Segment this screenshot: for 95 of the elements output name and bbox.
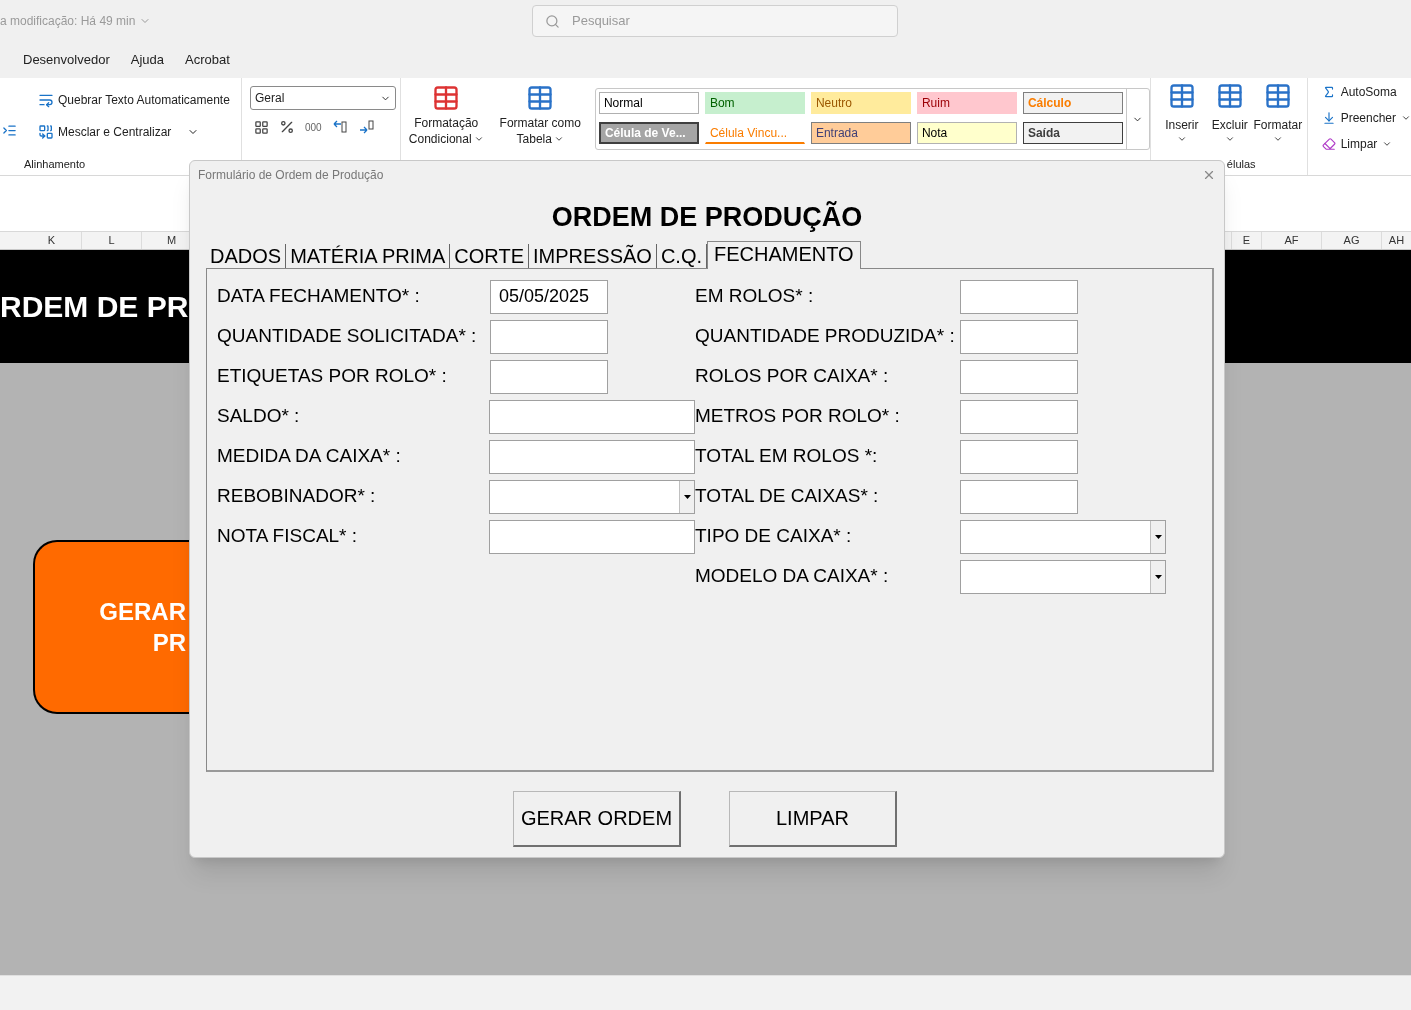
field-label: TOTAL DE CAIXAS* : (695, 484, 880, 509)
chevron-icon (473, 134, 484, 144)
form-tab[interactable]: IMPRESSÃO (529, 243, 657, 268)
input-field[interactable] (489, 439, 695, 474)
eraser-icon (1321, 137, 1336, 151)
chevron-icon (1224, 134, 1235, 144)
search-icon (545, 13, 560, 29)
field-label: NOTA FISCAL* : (217, 524, 359, 549)
cell-style-swatch[interactable]: Bom (704, 92, 805, 114)
field-label: EM ROLOS* : (695, 284, 815, 309)
input-field[interactable] (489, 399, 695, 434)
column-header[interactable]: K (22, 232, 82, 249)
form-button[interactable]: GERAR ORDEM (513, 790, 681, 847)
table-icon (526, 84, 555, 112)
cell-style-swatch[interactable]: Ruim (916, 92, 1017, 114)
caret-icon (683, 494, 691, 499)
table-icon (1215, 82, 1244, 110)
editing-button[interactable]: Preencher (1321, 110, 1411, 126)
chevron-icon (553, 134, 564, 144)
field-label: ETIQUETAS POR ROLO* : (217, 364, 448, 389)
input-field[interactable] (960, 279, 1078, 314)
dialog-title: Formulário de Ordem de Produção (198, 167, 384, 184)
input-field[interactable] (960, 439, 1078, 474)
field-label: TIPO DE CAIXA* : (695, 524, 853, 549)
input-field[interactable] (960, 319, 1078, 354)
form-tab[interactable]: DADOS (206, 243, 287, 268)
menu-tab[interactable]: Acrobat (184, 50, 230, 70)
decimal-arrow-icon[interactable] (331, 120, 348, 134)
editing-button[interactable]: Limpar (1321, 136, 1411, 152)
input-field[interactable] (960, 359, 1078, 394)
field-label: REBOBINADOR* : (217, 484, 377, 509)
column-header[interactable]: AG (1321, 232, 1381, 249)
cell-style-swatch[interactable]: Entrada (810, 122, 911, 144)
banner-title: RDEM DE PR (0, 289, 189, 325)
field-label: QUANTIDADE PRODUZIDA* : (695, 324, 956, 349)
format-as-table-button[interactable]: Formatar como Tabela (491, 84, 589, 148)
table-icon (1167, 82, 1196, 110)
field-label: MODELO DA CAIXA* : (695, 564, 890, 589)
cell-style-swatch[interactable]: Saída (1022, 122, 1123, 144)
conditional-formatting-button[interactable]: Formatação Condicional (400, 84, 492, 148)
group-label: élulas (1226, 156, 1257, 172)
cells-button[interactable]: Formatar (1254, 82, 1301, 144)
input-field[interactable]: 05/05/2025 (490, 279, 608, 314)
input-field[interactable] (490, 359, 608, 394)
field-label: METROS POR ROLO* : (695, 404, 901, 429)
chevron-icon (1176, 134, 1187, 144)
chevron-icon (1401, 113, 1411, 123)
caret-icon (1154, 574, 1162, 579)
cell-style-swatch[interactable]: Nota (916, 122, 1017, 144)
form-tab[interactable]: MATÉRIA PRIMA (286, 243, 451, 268)
table-icon (1263, 82, 1292, 110)
input-field[interactable] (490, 319, 608, 354)
wrap-text-button[interactable]: Quebrar Texto Automaticamente (58, 91, 230, 109)
fill-down-icon (1321, 111, 1336, 125)
field-label: SALDO* : (217, 404, 301, 429)
input-field[interactable] (489, 519, 695, 554)
cell-style-swatch[interactable]: Neutro (810, 92, 911, 114)
column-header[interactable]: AF (1261, 232, 1321, 249)
merge-center-button[interactable]: Mesclar e Centralizar (58, 123, 172, 141)
group-label: Alinhamento (23, 156, 87, 172)
number-format-dropdown[interactable]: Geral (250, 86, 396, 110)
editing-button[interactable]: AutoSoma (1321, 84, 1411, 100)
field-label: ROLOS POR CAIXA* : (695, 364, 890, 389)
decimal-arrow-icon[interactable] (357, 120, 374, 134)
wrap-text-icon (38, 92, 54, 108)
cell-style-swatch[interactable]: Normal (598, 92, 699, 114)
thousands-separator-button[interactable]: 000 (305, 119, 322, 135)
column-header[interactable]: E (1231, 232, 1261, 249)
form-button[interactable]: LIMPAR (729, 790, 897, 847)
table-icon (432, 84, 461, 112)
field-label: MEDIDA DA CAIXA* : (217, 444, 402, 469)
form-tab[interactable]: CORTE (450, 243, 529, 268)
input-field[interactable] (960, 479, 1078, 514)
field-label: QUANTIDADE SOLICITADA* : (217, 324, 478, 349)
form-tab[interactable]: FECHAMENTO (707, 240, 861, 269)
menu-tab[interactable]: Ajuda (130, 50, 164, 70)
column-header[interactable]: L (82, 232, 142, 249)
menu-tab[interactable]: Desenvolvedor (23, 50, 110, 70)
input-field[interactable] (960, 399, 1078, 434)
percent-icon[interactable] (279, 119, 295, 135)
caret-icon (1154, 534, 1162, 539)
chevron-icon (1382, 139, 1393, 149)
form-heading: ORDEM DE PRODUÇÃO (551, 200, 863, 234)
dropdown-field[interactable] (960, 559, 1166, 594)
field-label: TOTAL EM ROLOS *: (695, 444, 879, 469)
cells-button[interactable]: Excluir (1206, 82, 1253, 144)
close-icon[interactable] (1202, 168, 1216, 182)
dropdown-field[interactable] (489, 479, 695, 514)
column-header[interactable]: AH (1381, 232, 1411, 249)
merge-icon (38, 124, 54, 140)
cells-button[interactable]: Inserir (1158, 82, 1205, 144)
chevron-icon (1272, 134, 1283, 144)
field-label: DATA FECHAMENTO* : (217, 284, 421, 309)
dropdown-field[interactable] (960, 519, 1166, 554)
indent-icon[interactable] (2, 123, 17, 138)
